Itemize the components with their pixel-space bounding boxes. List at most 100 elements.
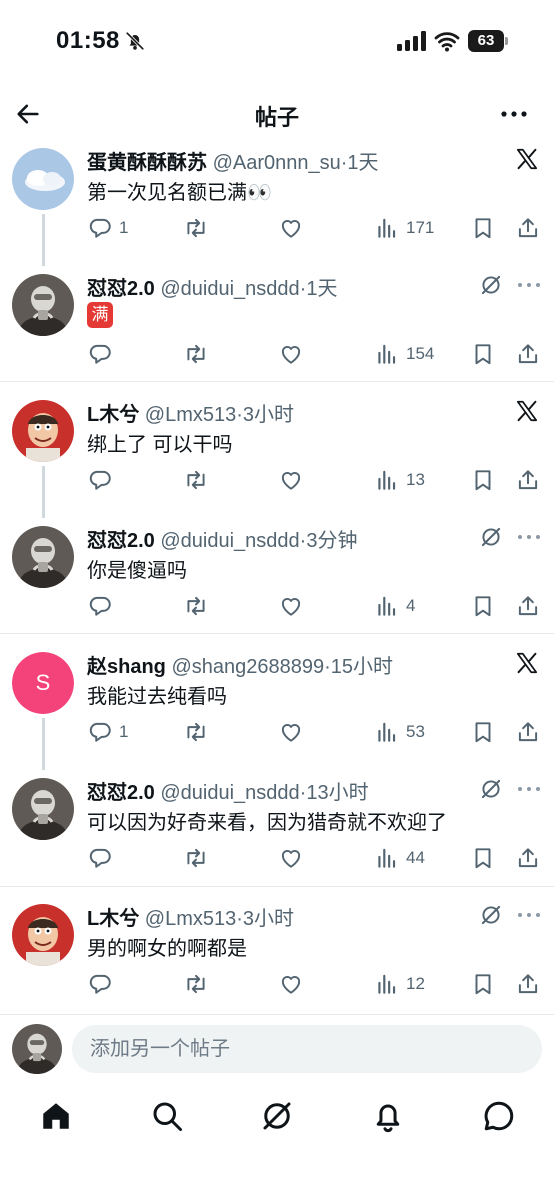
author-handle[interactable]: @shang2688899 xyxy=(171,656,324,678)
repost-button[interactable] xyxy=(183,844,209,872)
repost-icon xyxy=(183,215,209,241)
views-button[interactable]: 4 xyxy=(374,592,415,620)
author-handle[interactable]: @duidui_nsddd xyxy=(160,278,299,300)
avatar[interactable] xyxy=(12,778,74,840)
reply-button[interactable]: 1 xyxy=(87,214,128,242)
reply-button[interactable] xyxy=(87,970,113,998)
avatar[interactable] xyxy=(12,400,74,462)
nav-home[interactable] xyxy=(38,1098,74,1134)
avatar[interactable] xyxy=(12,526,74,588)
avatar[interactable] xyxy=(12,274,74,336)
avatar xyxy=(12,1024,62,1074)
bookmark-button[interactable] xyxy=(470,466,496,494)
tweet-item[interactable]: 怼怼2.0 @duidui_nsddd·1天 满 154 xyxy=(0,266,554,384)
bookmark-button[interactable] xyxy=(470,340,496,368)
like-button[interactable] xyxy=(278,340,304,368)
share-icon xyxy=(515,467,541,493)
repost-icon xyxy=(183,845,209,871)
author-handle[interactable]: @Lmx513 xyxy=(145,908,236,930)
author-handle[interactable]: @Aar0nnn_su xyxy=(213,152,341,174)
tweet-item[interactable]: S 赵shang @shang2688899·15小时 我能过去纯看吗 1 53 xyxy=(0,644,554,770)
views-button[interactable]: 44 xyxy=(374,844,425,872)
tweet-header: 赵shang @shang2688899·15小时 xyxy=(87,650,393,679)
repost-button[interactable] xyxy=(183,970,209,998)
repost-icon xyxy=(183,593,209,619)
like-button[interactable] xyxy=(278,844,304,872)
share-button[interactable] xyxy=(515,718,541,746)
repost-icon xyxy=(183,341,209,367)
author-name[interactable]: 怼怼2.0 xyxy=(87,278,155,300)
author-name[interactable]: 赵shang xyxy=(87,656,166,678)
share-button[interactable] xyxy=(515,340,541,368)
repost-button[interactable] xyxy=(183,592,209,620)
avatar[interactable] xyxy=(12,148,74,210)
share-button[interactable] xyxy=(515,214,541,242)
reply-button[interactable] xyxy=(87,340,113,368)
bookmark-icon xyxy=(470,971,496,997)
like-button[interactable] xyxy=(278,466,304,494)
repost-button[interactable] xyxy=(183,214,209,242)
share-icon xyxy=(515,593,541,619)
like-button[interactable] xyxy=(278,718,304,746)
views-button[interactable]: 13 xyxy=(374,466,425,494)
author-handle[interactable]: @duidui_nsddd xyxy=(160,782,299,804)
repost-icon xyxy=(183,467,209,493)
share-button[interactable] xyxy=(515,466,541,494)
divider xyxy=(0,381,554,382)
like-button[interactable] xyxy=(278,592,304,620)
more-options-icon[interactable] xyxy=(516,278,542,292)
nav-grok[interactable] xyxy=(259,1098,295,1134)
bookmark-button[interactable] xyxy=(470,844,496,872)
reply-button[interactable] xyxy=(87,844,113,872)
more-options-icon[interactable] xyxy=(516,908,542,922)
bookmark-button[interactable] xyxy=(470,592,496,620)
grok-icon[interactable] xyxy=(478,902,504,928)
bookmark-button[interactable] xyxy=(470,970,496,998)
share-button[interactable] xyxy=(515,970,541,998)
views-button[interactable]: 171 xyxy=(374,214,434,242)
more-horizontal-icon[interactable] xyxy=(498,100,530,128)
views-button[interactable]: 154 xyxy=(374,340,434,368)
author-handle[interactable]: @duidui_nsddd xyxy=(160,530,299,552)
nav-search[interactable] xyxy=(149,1098,185,1134)
author-name[interactable]: 怼怼2.0 xyxy=(87,782,155,804)
like-button[interactable] xyxy=(278,214,304,242)
author-name[interactable]: 蛋黄酥酥酥苏 xyxy=(87,152,207,174)
bookmark-button[interactable] xyxy=(470,718,496,746)
author-handle[interactable]: @Lmx513 xyxy=(145,404,236,426)
nav-messages[interactable] xyxy=(481,1098,517,1134)
reply-button[interactable] xyxy=(87,592,113,620)
share-button[interactable] xyxy=(515,844,541,872)
like-button[interactable] xyxy=(278,970,304,998)
author-name[interactable]: L木兮 xyxy=(87,908,139,930)
repost-button[interactable] xyxy=(183,340,209,368)
tweet-text: 可以因为好奇来看，因为猎奇就不欢迎了 xyxy=(87,812,447,834)
bookmark-button[interactable] xyxy=(470,214,496,242)
share-button[interactable] xyxy=(515,592,541,620)
tweet-item[interactable]: L木兮 @Lmx513·3小时 绑上了 可以干吗 13 xyxy=(0,392,554,518)
tweet-item[interactable]: L木兮 @Lmx513·3小时 男的啊女的啊都是 12 xyxy=(0,896,554,1014)
grok-icon[interactable] xyxy=(478,776,504,802)
tweet-item[interactable]: 怼怼2.0 @duidui_nsddd·13小时 可以因为好奇来看，因为猎奇就不… xyxy=(0,770,554,888)
more-options-icon[interactable] xyxy=(516,782,542,796)
author-name[interactable]: L木兮 xyxy=(87,404,139,426)
reply-button[interactable]: 1 xyxy=(87,718,128,746)
author-name[interactable]: 怼怼2.0 xyxy=(87,530,155,552)
avatar[interactable] xyxy=(12,904,74,966)
grok-icon[interactable] xyxy=(478,524,504,550)
tweet-item[interactable]: 怼怼2.0 @duidui_nsddd·3分钟 你是傻逼吗 4 xyxy=(0,518,554,636)
more-options-icon[interactable] xyxy=(516,530,542,544)
reply-icon xyxy=(87,341,113,367)
repost-button[interactable] xyxy=(183,466,209,494)
tweet-item[interactable]: 蛋黄酥酥酥苏 @Aar0nnn_su·1天 第一次见名额已满👀 1 171 xyxy=(0,140,554,266)
tweet-text: 我能过去纯看吗 xyxy=(87,686,227,708)
repost-button[interactable] xyxy=(183,718,209,746)
nav-notifications[interactable] xyxy=(370,1098,406,1134)
add-post-input[interactable] xyxy=(72,1025,542,1073)
grok-icon[interactable] xyxy=(478,272,504,298)
battery-tip xyxy=(505,37,508,45)
avatar[interactable]: S xyxy=(12,652,74,714)
reply-button[interactable] xyxy=(87,466,113,494)
views-button[interactable]: 12 xyxy=(374,970,425,998)
views-button[interactable]: 53 xyxy=(374,718,425,746)
